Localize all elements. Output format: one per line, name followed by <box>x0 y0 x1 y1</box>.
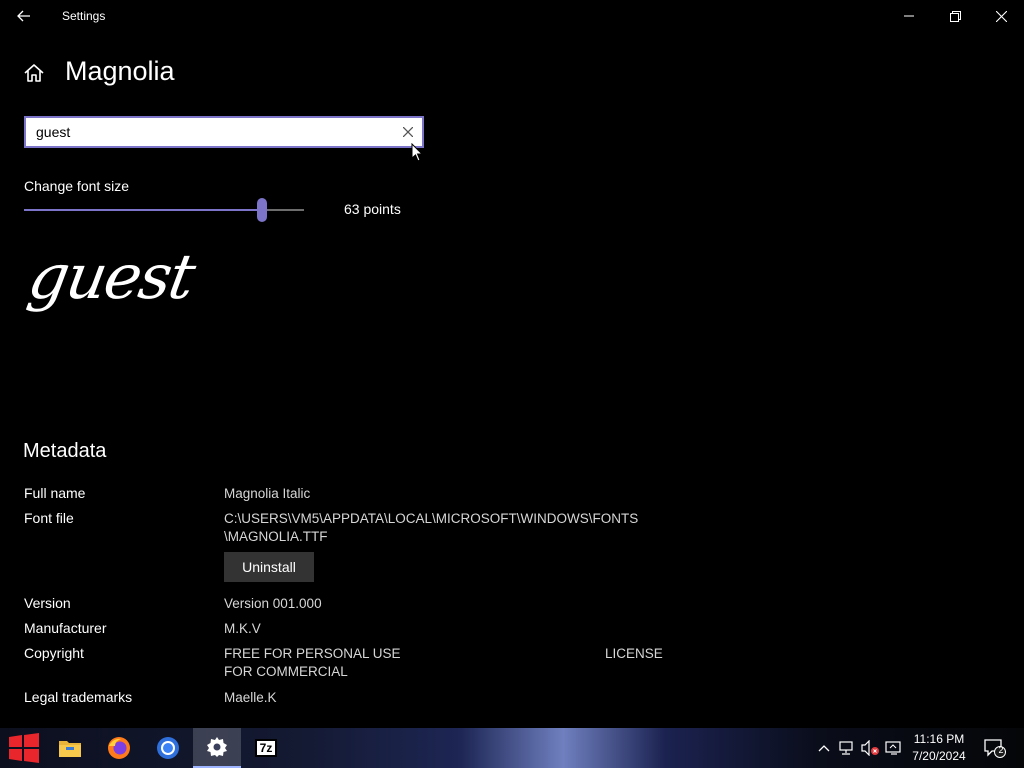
minimize-icon <box>904 15 914 17</box>
back-button[interactable] <box>10 4 38 28</box>
uninstall-button[interactable]: Uninstall <box>224 552 314 582</box>
close-icon <box>995 10 1007 22</box>
taskbar-chrome[interactable] <box>144 728 192 768</box>
restore-icon <box>949 10 961 22</box>
arrow-left-icon <box>17 10 30 22</box>
firefox-icon <box>108 737 130 759</box>
clear-search-button[interactable] <box>400 124 416 140</box>
start-button[interactable] <box>0 728 48 768</box>
full-name-label: Full name <box>24 485 86 501</box>
search-input[interactable] <box>36 118 386 146</box>
font-preview-text: guest <box>23 240 200 313</box>
network-icon <box>839 741 853 755</box>
start-icon <box>9 733 39 763</box>
file-explorer-icon <box>59 741 81 757</box>
settings-icon <box>207 737 227 757</box>
full-name-value: Magnolia Italic <box>224 486 311 501</box>
search-box[interactable] <box>24 116 424 148</box>
font-file-label: Font file <box>24 510 74 526</box>
volume-muted-icon <box>861 740 879 756</box>
slider-fill <box>24 209 262 211</box>
legal-trademarks-value: Maelle.K <box>224 690 277 705</box>
manufacturer-value: M.K.V <box>224 621 261 636</box>
restore-button[interactable] <box>932 0 978 32</box>
action-center-button[interactable]: 2 <box>982 738 1008 758</box>
taskbar-file-explorer[interactable] <box>46 728 94 768</box>
font-file-path-line2: \MAGNOLIA.TTF <box>224 529 328 544</box>
copyright-label: Copyright <box>24 645 84 661</box>
mouse-cursor-icon <box>411 143 424 162</box>
copyright-value-line1: FREE FOR PERSONAL USE <box>224 646 401 661</box>
7zip-icon: 7z <box>255 739 277 757</box>
taskbar-firefox[interactable] <box>95 728 143 768</box>
taskbar-7zip[interactable]: 7z <box>242 728 290 768</box>
version-label: Version <box>24 595 71 611</box>
chevron-up-icon <box>818 745 830 752</box>
font-file-path-line1: C:\USERS\VM5\APPDATA\LOCAL\MICROSOFT\WIN… <box>224 511 639 526</box>
clock-time: 11:16 PM <box>913 732 965 746</box>
home-icon[interactable] <box>23 62 45 84</box>
title-bar: Settings <box>0 0 1024 32</box>
close-icon <box>403 127 413 137</box>
clock-date: 7/20/2024 <box>912 749 966 763</box>
taskbar-clock[interactable]: 11:16 PM 7/20/2024 <box>904 731 974 765</box>
7zip-label: 7z <box>259 741 273 755</box>
font-size-slider[interactable] <box>24 198 304 222</box>
display-button[interactable] <box>884 738 904 758</box>
copyright-value-license: LICENSE <box>605 646 663 661</box>
taskbar: 7z 11:16 PM 7/20/2024 2 <box>0 728 1024 768</box>
taskbar-settings[interactable] <box>193 728 241 768</box>
close-button[interactable] <box>978 0 1024 32</box>
display-icon <box>885 741 901 755</box>
manufacturer-label: Manufacturer <box>24 620 107 636</box>
page-title: Magnolia <box>65 56 175 86</box>
font-size-label: Change font size <box>24 178 130 194</box>
show-hidden-icons-button[interactable] <box>814 738 834 758</box>
notifications-count: 2 <box>998 745 1004 755</box>
font-size-value: 63 points <box>344 201 401 217</box>
minimize-button[interactable] <box>886 0 932 32</box>
legal-trademarks-label: Legal trademarks <box>24 689 133 705</box>
copyright-value-line2: FOR COMMERCIAL <box>224 664 348 679</box>
app-title: Settings <box>62 9 106 23</box>
metadata-heading: Metadata <box>23 440 107 462</box>
chrome-icon <box>157 737 179 759</box>
version-value: Version 001.000 <box>224 596 322 611</box>
volume-button[interactable] <box>860 738 880 758</box>
network-button[interactable] <box>837 738 857 758</box>
slider-thumb[interactable] <box>257 198 267 222</box>
